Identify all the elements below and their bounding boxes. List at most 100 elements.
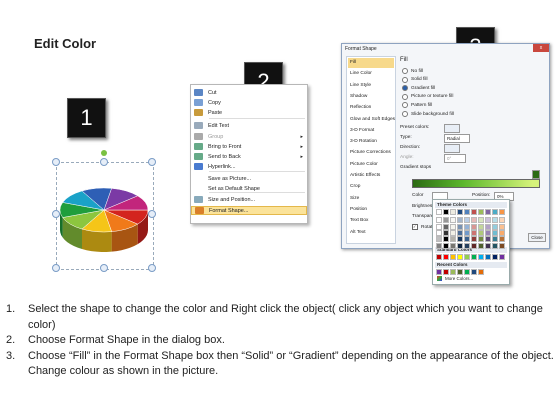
nav-item[interactable]: Picture Color: [348, 160, 394, 170]
nav-item[interactable]: Crop: [348, 182, 394, 192]
resize-handle[interactable]: [52, 264, 60, 272]
standard-color-swatch[interactable]: [478, 254, 484, 260]
theme-color-swatch[interactable]: [450, 223, 456, 230]
menu-item[interactable]: Edit Text: [191, 121, 307, 130]
gradient-stops-bar[interactable]: [412, 179, 540, 188]
theme-color-swatch[interactable]: [443, 229, 449, 236]
nav-item[interactable]: Fill: [348, 58, 394, 68]
recent-color-swatch[interactable]: [457, 269, 463, 275]
more-colors-link[interactable]: More Colors...: [437, 276, 473, 281]
fill-option-radio[interactable]: Picture or texture fill: [402, 93, 453, 100]
nav-item[interactable]: Picture Corrections: [348, 148, 394, 158]
menu-item[interactable]: Group ▸: [191, 132, 307, 141]
theme-color-swatch[interactable]: [485, 223, 491, 230]
nav-item[interactable]: Position: [348, 205, 394, 215]
nav-item[interactable]: Alt Text: [348, 228, 394, 238]
theme-color-swatch[interactable]: [499, 223, 505, 230]
theme-color-swatch[interactable]: [492, 242, 498, 249]
theme-color-swatch[interactable]: [492, 217, 498, 224]
theme-color-swatch[interactable]: [443, 209, 449, 215]
direction-dropdown[interactable]: [444, 144, 460, 153]
theme-color-swatch[interactable]: [443, 236, 449, 243]
standard-color-swatch[interactable]: [443, 254, 449, 260]
fill-option-radio[interactable]: Slide background fill: [402, 111, 454, 117]
resize-handle[interactable]: [100, 264, 108, 272]
theme-color-swatch[interactable]: [450, 236, 456, 243]
theme-color-swatch[interactable]: [436, 236, 442, 243]
resize-handle[interactable]: [148, 158, 156, 166]
theme-color-swatch[interactable]: [492, 229, 498, 236]
recent-color-swatch[interactable]: [436, 269, 442, 275]
theme-color-swatch[interactable]: [478, 242, 484, 249]
theme-color-swatch[interactable]: [464, 236, 470, 243]
resize-handle[interactable]: [52, 158, 60, 166]
nav-item[interactable]: Shadow: [348, 92, 394, 102]
nav-item[interactable]: Line Color: [348, 69, 394, 79]
menu-item[interactable]: Cut: [191, 88, 307, 97]
recent-color-swatch[interactable]: [471, 269, 477, 275]
rotation-handle[interactable]: [101, 150, 107, 156]
theme-color-swatch[interactable]: [436, 217, 442, 224]
fill-option-radio[interactable]: Pattern fill: [402, 102, 432, 109]
theme-color-swatch[interactable]: [499, 242, 505, 249]
theme-color-swatch[interactable]: [457, 236, 463, 243]
theme-color-swatch[interactable]: [471, 217, 477, 224]
theme-color-swatch[interactable]: [464, 229, 470, 236]
theme-color-swatch[interactable]: [471, 223, 477, 230]
menu-item[interactable]: Hyperlink...: [191, 162, 307, 171]
theme-color-swatch[interactable]: [457, 217, 463, 224]
dialog-close-button[interactable]: x: [533, 44, 549, 52]
theme-color-swatch[interactable]: [457, 223, 463, 230]
theme-color-swatch[interactable]: [457, 209, 463, 215]
theme-color-swatch[interactable]: [436, 223, 442, 230]
type-select[interactable]: Radial: [444, 134, 470, 143]
theme-color-swatch[interactable]: [471, 236, 477, 243]
theme-color-swatch[interactable]: [436, 209, 442, 215]
theme-color-swatch[interactable]: [457, 229, 463, 236]
theme-color-swatch[interactable]: [443, 217, 449, 224]
theme-color-swatch[interactable]: [478, 217, 484, 224]
theme-color-swatch[interactable]: [492, 236, 498, 243]
fill-option-radio[interactable]: No fill: [402, 68, 423, 74]
theme-color-swatch[interactable]: [485, 217, 491, 224]
nav-item[interactable]: Size: [348, 194, 394, 204]
theme-color-swatch[interactable]: [464, 217, 470, 224]
menu-item[interactable]: Format Shape...: [191, 206, 307, 215]
theme-color-swatch[interactable]: [471, 242, 477, 249]
standard-color-swatch[interactable]: [457, 254, 463, 260]
pie-3d-shape[interactable]: [58, 180, 150, 256]
preset-colors-dropdown[interactable]: [444, 124, 460, 133]
standard-color-swatch[interactable]: [471, 254, 477, 260]
resize-handle[interactable]: [148, 264, 156, 272]
theme-color-swatch[interactable]: [478, 236, 484, 243]
theme-color-swatch[interactable]: [450, 217, 456, 224]
theme-color-swatch[interactable]: [485, 236, 491, 243]
theme-color-swatch[interactable]: [464, 223, 470, 230]
standard-color-swatch[interactable]: [436, 254, 442, 260]
theme-color-swatch[interactable]: [499, 217, 505, 224]
menu-item[interactable]: Save as Picture...: [191, 174, 307, 183]
standard-color-swatch[interactable]: [499, 254, 505, 260]
menu-item[interactable]: Copy: [191, 98, 307, 107]
theme-color-swatch[interactable]: [436, 242, 442, 249]
theme-color-swatch[interactable]: [492, 223, 498, 230]
standard-color-swatch[interactable]: [492, 254, 498, 260]
theme-color-swatch[interactable]: [485, 209, 491, 215]
theme-color-swatch[interactable]: [499, 229, 505, 236]
recent-color-swatch[interactable]: [478, 269, 484, 275]
theme-color-swatch[interactable]: [450, 209, 456, 215]
fill-option-radio[interactable]: Gradient fill: [402, 85, 435, 92]
standard-color-swatch[interactable]: [450, 254, 456, 260]
theme-color-swatch[interactable]: [492, 209, 498, 215]
theme-color-swatch[interactable]: [499, 209, 505, 215]
theme-color-swatch[interactable]: [478, 209, 484, 215]
standard-color-swatch[interactable]: [485, 254, 491, 260]
theme-color-swatch[interactable]: [478, 229, 484, 236]
theme-color-swatch[interactable]: [478, 223, 484, 230]
close-button[interactable]: Close: [528, 233, 546, 242]
nav-item[interactable]: Text Box: [348, 216, 394, 226]
theme-color-swatch[interactable]: [443, 242, 449, 249]
angle-input[interactable]: 0°: [444, 154, 466, 163]
nav-item[interactable]: Line Style: [348, 81, 394, 91]
theme-color-swatch[interactable]: [485, 229, 491, 236]
